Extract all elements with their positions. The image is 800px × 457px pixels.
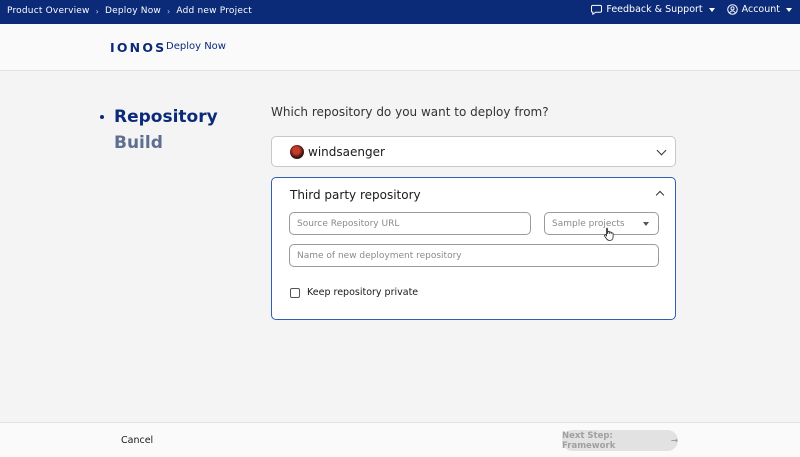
breadcrumb-separator-icon: › bbox=[167, 6, 171, 16]
active-step-bullet-icon bbox=[100, 115, 104, 119]
caret-down-icon bbox=[643, 222, 649, 226]
breadcrumb-add-new-project: Add new Project bbox=[176, 6, 252, 16]
step-repository: Repository bbox=[100, 104, 218, 130]
feedback-support-label: Feedback & Support bbox=[606, 4, 703, 15]
hand-pointer-cursor-icon bbox=[604, 227, 614, 241]
breadcrumb-product-overview[interactable]: Product Overview bbox=[7, 6, 90, 16]
breadcrumb: Product Overview › Deploy Now › Add new … bbox=[7, 6, 252, 16]
keep-private-option[interactable]: Keep repository private bbox=[290, 287, 418, 298]
breadcrumb-separator-icon: › bbox=[95, 6, 100, 16]
chat-bubble-icon bbox=[591, 4, 603, 15]
wizard-footer: Cancel Next Step: Framework → bbox=[0, 422, 800, 457]
third-party-repository-panel: Third party repository Source Repository… bbox=[271, 177, 676, 320]
chevron-up-icon[interactable] bbox=[655, 190, 665, 200]
step-build-label: Build bbox=[114, 133, 163, 153]
account-label: Account bbox=[741, 4, 780, 15]
step-repository-label: Repository bbox=[114, 107, 218, 127]
step-build: Build bbox=[114, 130, 218, 156]
sample-projects-select[interactable]: Sample projects bbox=[544, 212, 659, 235]
page-question: Which repository do you want to deploy f… bbox=[271, 105, 549, 119]
feedback-support-menu[interactable]: Feedback & Support bbox=[591, 4, 715, 15]
top-bar: Product Overview › Deploy Now › Add new … bbox=[0, 0, 800, 24]
product-name: Deploy Now bbox=[166, 41, 226, 52]
keep-private-checkbox[interactable] bbox=[290, 287, 300, 298]
wizard-steps: Repository Build bbox=[100, 104, 218, 156]
repository-owner-select[interactable]: windsaenger bbox=[271, 136, 676, 167]
source-repository-url-placeholder: Source Repository URL bbox=[297, 219, 400, 229]
deployment-repository-name-input[interactable]: Name of new deployment repository bbox=[289, 244, 659, 267]
ionos-logo[interactable]: IONOS bbox=[110, 40, 166, 55]
chevron-down-icon bbox=[708, 7, 715, 12]
chevron-down-icon bbox=[786, 7, 792, 12]
deployment-repository-name-placeholder: Name of new deployment repository bbox=[297, 251, 462, 261]
keep-private-label: Keep repository private bbox=[307, 287, 419, 298]
user-circle-icon bbox=[726, 4, 738, 15]
top-bar-menu: Feedback & Support Account bbox=[591, 4, 792, 15]
account-menu[interactable]: Account bbox=[726, 4, 792, 15]
breadcrumb-deploy-now[interactable]: Deploy Now bbox=[105, 6, 161, 16]
third-party-repository-toggle[interactable]: Third party repository bbox=[290, 188, 421, 202]
app-header: IONOS Deploy Now bbox=[0, 24, 800, 71]
arrow-right-icon: → bbox=[670, 435, 678, 446]
next-step-label: Next Step: Framework bbox=[562, 430, 616, 451]
avatar bbox=[290, 145, 304, 159]
source-repository-url-input[interactable]: Source Repository URL bbox=[289, 212, 531, 235]
cancel-button[interactable]: Cancel bbox=[121, 435, 153, 446]
owner-name: windsaenger bbox=[308, 145, 385, 159]
chevron-down-icon bbox=[656, 145, 667, 156]
next-step-button[interactable]: Next Step: Framework → bbox=[562, 430, 678, 451]
